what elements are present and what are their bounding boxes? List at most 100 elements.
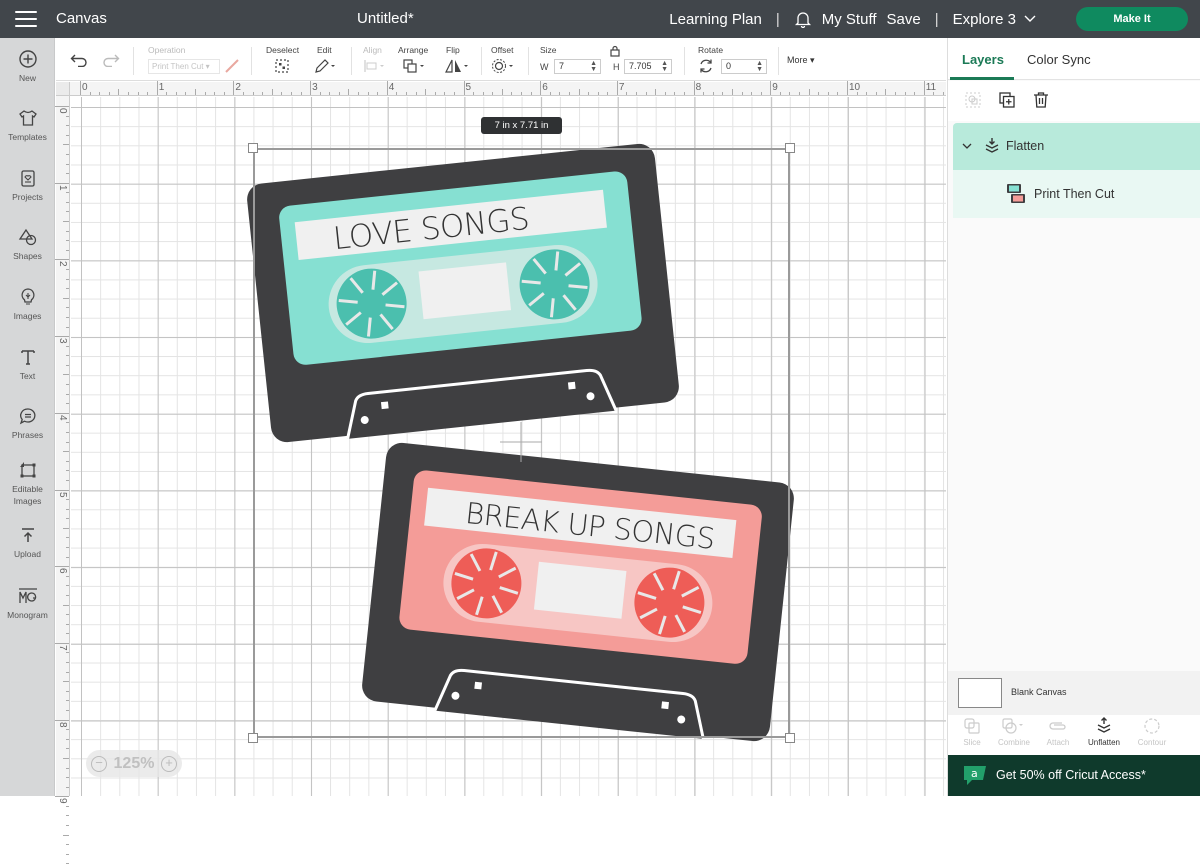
height-input[interactable]: 7.705 ▲ ▼ [624,59,672,74]
tab-layers[interactable]: Layers [962,52,1004,67]
divider [684,47,685,75]
sidebar-item-upload[interactable]: Upload [0,525,55,560]
contour-button[interactable]: Contour [1130,717,1174,747]
ruler-tick [942,92,944,95]
stepper-icon[interactable]: ▲ ▼ [756,60,763,73]
ruler-tick [290,92,292,95]
sidebar-item-phrases[interactable]: Phrases [0,406,55,441]
ruler-tick [66,518,69,520]
sidebar-item-monogram[interactable]: Monogram [0,586,55,621]
machine-selector[interactable]: Explore 3 [953,11,1036,28]
ruler-tick [66,614,69,616]
ruler-tick [66,777,69,779]
operation-select[interactable]: Print Then Cut ▾ [148,59,220,74]
lightbulb-icon [20,288,35,305]
resize-handle-top-left[interactable] [248,143,258,153]
ruler-tick [66,249,69,251]
selection-box[interactable] [253,148,790,738]
slice-button[interactable]: Slice [950,717,994,747]
zoom-level: 125% [113,754,155,772]
sidebar-item-templates[interactable]: Templates [0,108,55,143]
resize-handle-bottom-left[interactable] [248,733,258,743]
ruler-tick [847,81,848,95]
divider [778,47,779,75]
resize-handle-bottom-right[interactable] [785,733,795,743]
menu-icon[interactable] [15,11,37,27]
sidebar-item-editable-images[interactable]: Editable Images [0,460,55,507]
rotate-input[interactable]: 0 ▲ ▼ [721,59,767,74]
ruler-tick [156,81,158,95]
ruler-tick [166,92,168,95]
ruler-tick [684,92,685,95]
ruler-tick [521,92,523,95]
layer-group-flatten[interactable]: Flatten [953,123,1200,170]
sidebar-label: New [18,73,36,83]
width-input[interactable]: 7 ▲ ▼ [554,59,601,74]
stepper-icon[interactable]: ▲ ▼ [590,60,597,73]
sidebar-item-text[interactable]: Text [0,347,55,382]
promo-text: Get 50% off Cricut Access* [996,768,1146,782]
stepper-icon[interactable]: ▲ ▼ [661,60,668,73]
ruler-tick-label: 11 [925,82,937,93]
resize-handle-top-right[interactable] [785,143,795,153]
align-label: Align [363,45,382,55]
projects-icon [20,170,35,187]
attach-button[interactable]: Attach [1036,717,1080,747]
group-icon[interactable] [964,91,982,109]
ruler-tick [597,92,599,95]
rotate-icon[interactable] [698,58,714,74]
ruler-tick [348,89,350,95]
make-it-button[interactable]: Make It [1076,7,1188,31]
ruler-tick [63,834,69,836]
layer-name: Print Then Cut [1034,187,1115,201]
learning-plan-link[interactable]: Learning Plan [669,11,762,28]
sidebar-item-new[interactable]: New [0,49,55,84]
ruler-tick [386,81,388,95]
unflatten-button[interactable]: Unflatten [1082,717,1126,747]
redo-icon[interactable] [102,53,120,67]
sidebar-item-projects[interactable]: Projects [0,168,55,203]
zoom-in-button[interactable]: + [160,755,177,772]
my-stuff-link[interactable]: My Stuff [822,11,877,28]
layer-item-print-then-cut[interactable]: Print Then Cut [953,170,1200,218]
ruler-tick-label: 10 [849,82,861,93]
ruler-tick [463,81,465,95]
sidebar-item-shapes[interactable]: Shapes [0,227,55,262]
offset-label: Offset [491,45,514,55]
color-pen-icon[interactable] [224,58,240,74]
canvas-color-swatch[interactable] [958,678,1002,708]
ruler-tick [66,537,69,539]
cricut-access-promo[interactable]: a Get 50% off Cricut Access* [948,755,1200,796]
ruler-tick [789,92,791,95]
ruler-tick [80,81,81,95]
duplicate-icon[interactable] [998,91,1016,109]
chevron-down-icon[interactable] [962,143,972,150]
blank-canvas-row[interactable]: Blank Canvas [948,671,1200,715]
layer-name: Flatten [1006,139,1045,153]
ruler-tick [55,336,69,338]
rotate-label: Rotate [698,45,724,55]
more-menu[interactable]: More ▾ [787,55,815,66]
lock-icon[interactable] [609,45,621,57]
ruler-tick [66,345,69,347]
ruler-corner [56,82,70,96]
bell-icon[interactable] [794,10,812,28]
save-button[interactable]: Save [887,11,921,28]
offset-icon [492,59,513,73]
tab-color-sync[interactable]: Color Sync [1027,52,1091,67]
ruler-tick [66,700,69,702]
ruler-tick [66,748,69,750]
document-title[interactable]: Untitled* [357,10,414,27]
combine-button[interactable]: Combine [992,717,1036,747]
ruler-tick [655,89,657,95]
ruler-tick [66,767,69,769]
zoom-out-button[interactable]: − [91,755,107,772]
ruler-tick [195,89,197,95]
sidebar-item-images[interactable]: Images [0,287,55,322]
undo-icon[interactable] [70,53,88,67]
plus-circle-icon [18,50,37,68]
ruler-tick-label: 0 [82,82,88,93]
trash-icon[interactable] [1032,91,1050,109]
ruler-tick-label: 4 [57,414,68,421]
ruler-tick [770,81,772,95]
